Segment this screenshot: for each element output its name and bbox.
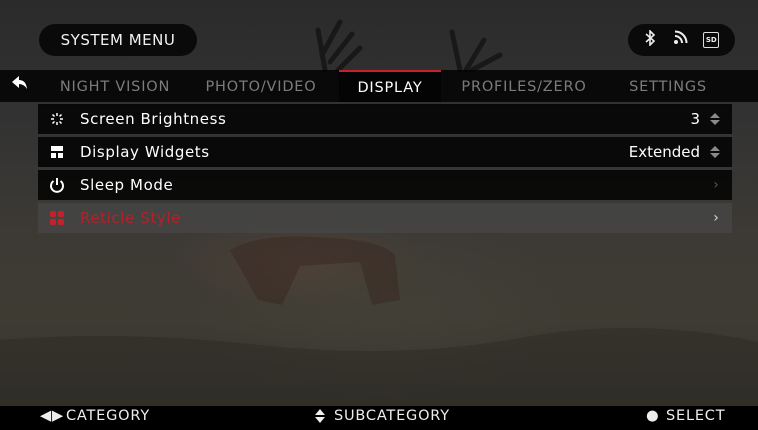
left-right-arrows-icon: ◀▶ xyxy=(40,408,64,424)
tab-profiles-zero[interactable]: PROFILES/ZERO xyxy=(446,70,602,102)
reticle-icon xyxy=(38,203,76,233)
hint-category: CATEGORY xyxy=(66,408,150,424)
tab-night-vision[interactable]: NIGHT VISION xyxy=(40,70,190,102)
menu-item-display-widgets[interactable]: Display Widgets Extended xyxy=(38,137,732,167)
category-tabs: NIGHT VISION PHOTO/VIDEO DISPLAY PROFILE… xyxy=(0,70,758,102)
menu-item-label: Screen Brightness xyxy=(80,110,227,128)
menu-item-sleep-mode[interactable]: Sleep Mode › xyxy=(38,170,732,200)
tab-display[interactable]: DISPLAY xyxy=(339,70,441,102)
hint-select: SELECT xyxy=(666,408,726,424)
bluetooth-icon xyxy=(644,29,656,50)
back-arrow-icon[interactable] xyxy=(8,74,32,98)
menu-item-value: 3 xyxy=(690,110,700,128)
menu-item-label: Reticle Style xyxy=(80,209,181,227)
menu-item-screen-brightness[interactable]: Screen Brightness 3 xyxy=(38,104,732,134)
up-down-arrows-icon xyxy=(314,408,326,425)
tab-photo-video[interactable]: PHOTO/VIDEO xyxy=(192,70,330,102)
menu-item-value: Extended xyxy=(628,143,700,161)
wifi-icon xyxy=(672,30,688,50)
power-icon xyxy=(38,170,76,200)
up-down-icon[interactable] xyxy=(706,113,724,125)
scope-display: SYSTEM MENU SD NIGHT VISION PHOTO/VIDEO … xyxy=(0,0,758,430)
tab-settings[interactable]: SETTINGS xyxy=(612,70,724,102)
menu-item-reticle-style[interactable]: Reticle Style › xyxy=(38,203,732,233)
chevron-right-icon: › xyxy=(713,177,719,193)
up-down-icon[interactable] xyxy=(706,146,724,158)
menu-item-label: Display Widgets xyxy=(80,143,210,161)
menu-item-label: Sleep Mode xyxy=(80,176,174,194)
widgets-icon xyxy=(38,137,76,167)
chevron-right-icon: › xyxy=(713,210,719,226)
navigation-hints: ◀▶ CATEGORY SUBCATEGORY ● SELECT xyxy=(0,406,758,430)
hint-subcategory: SUBCATEGORY xyxy=(334,408,450,424)
brightness-icon xyxy=(38,104,76,134)
select-dot-icon: ● xyxy=(646,408,660,424)
status-icons: SD xyxy=(628,24,735,56)
sd-card-icon: SD xyxy=(703,32,720,48)
system-menu-title: SYSTEM MENU xyxy=(39,24,197,56)
